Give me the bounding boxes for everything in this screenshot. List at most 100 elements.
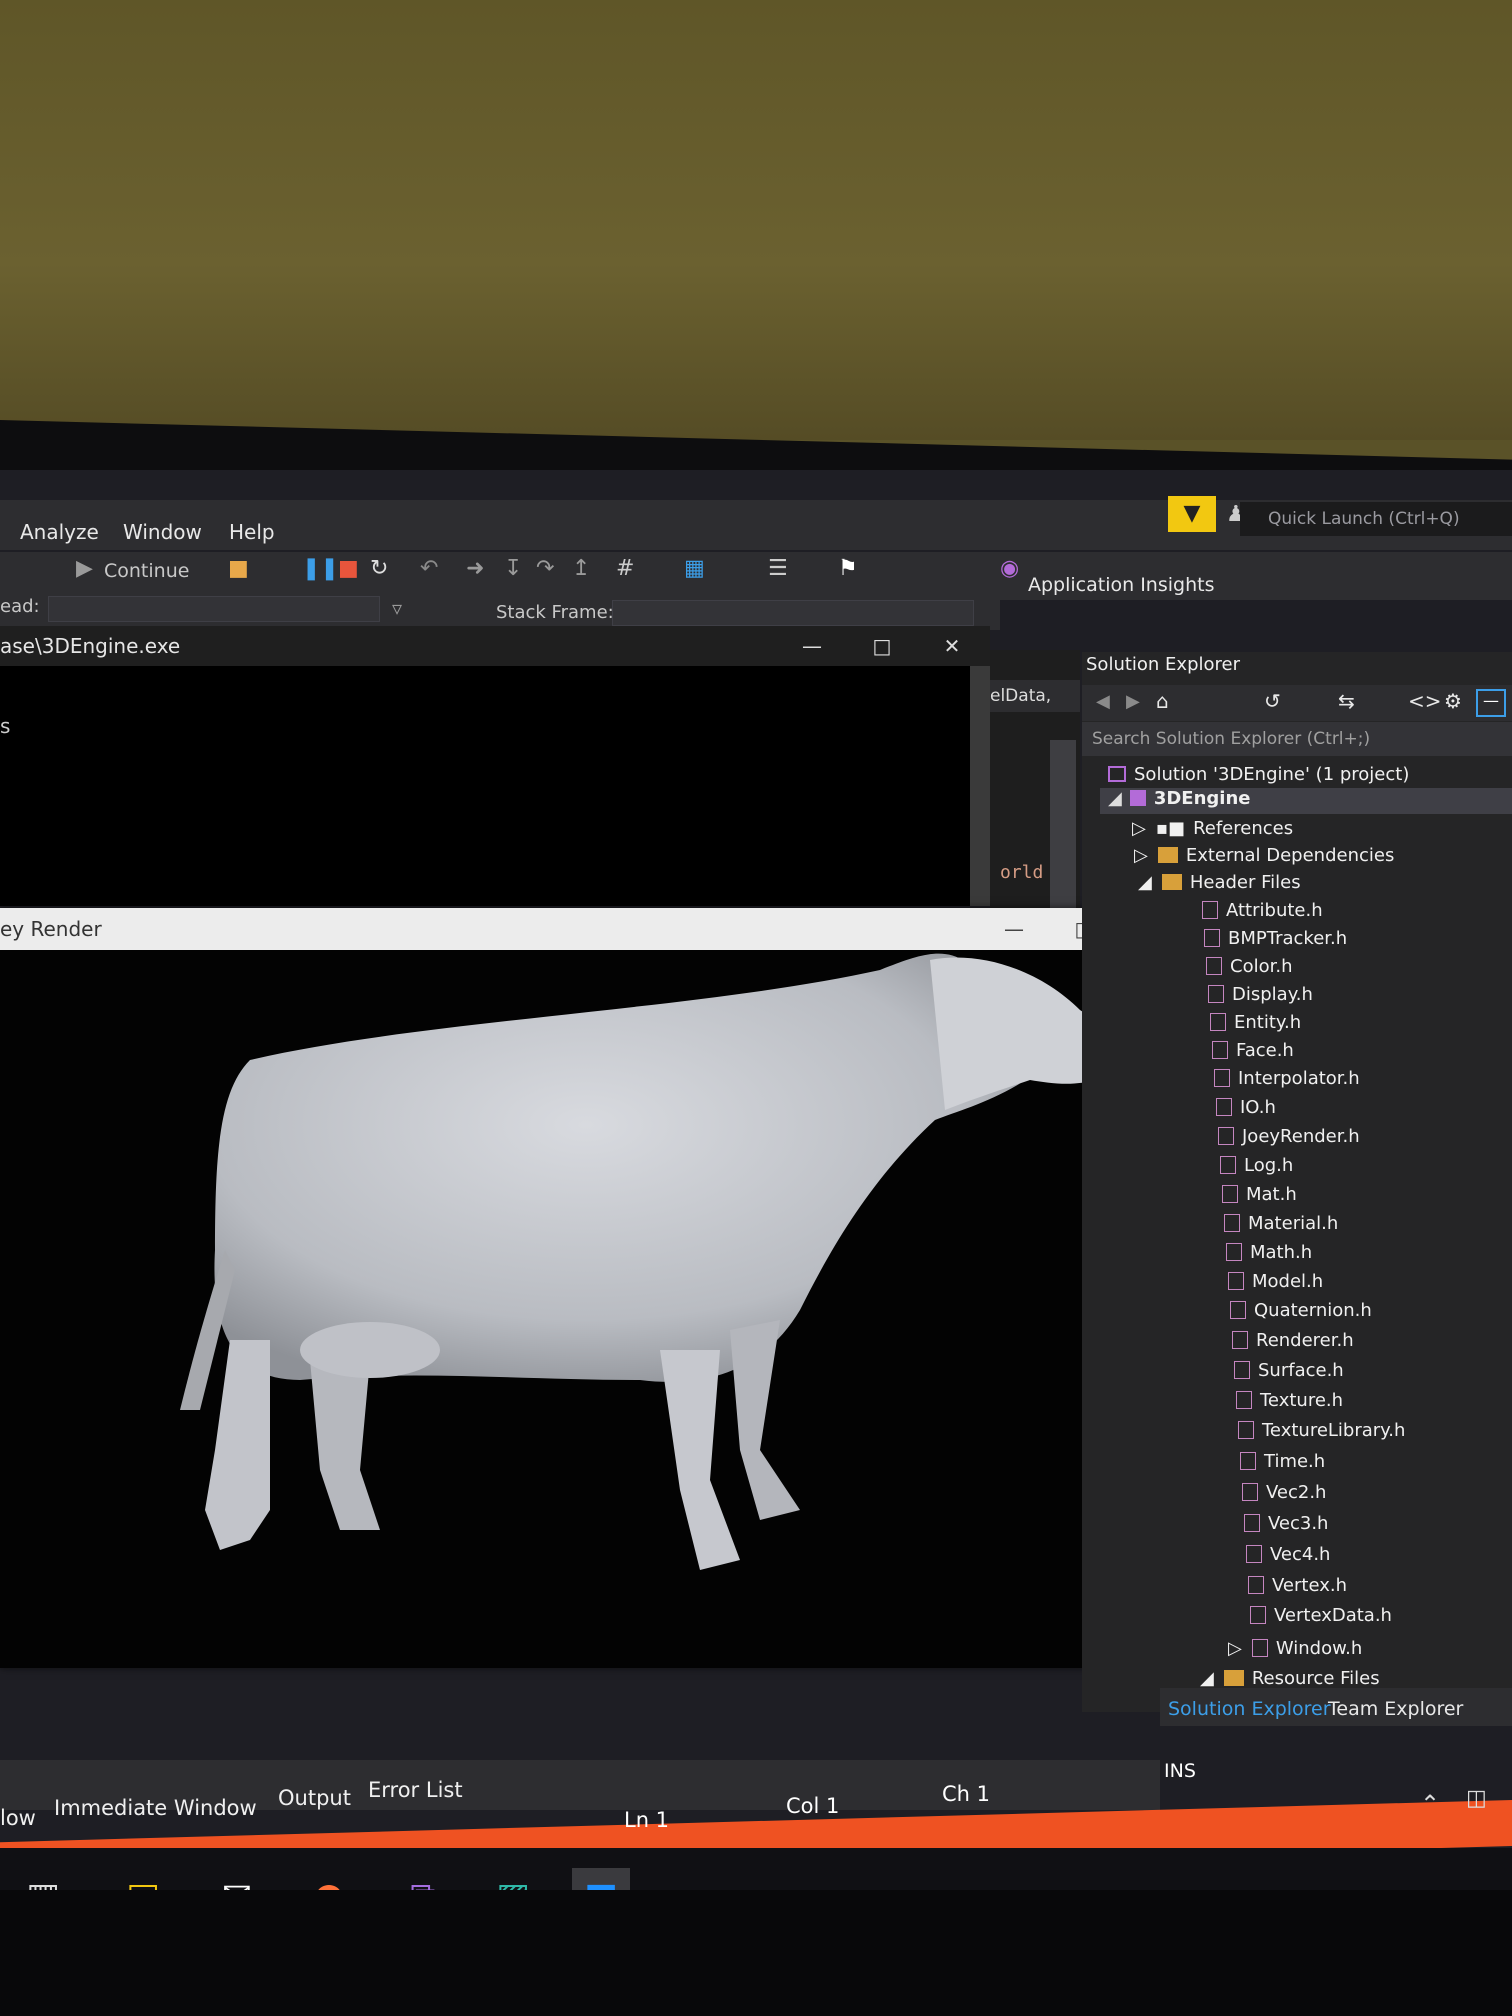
- code-view-icon[interactable]: <>: [1408, 689, 1442, 713]
- file-math[interactable]: Math.h: [1226, 1242, 1312, 1263]
- wall-background: [0, 0, 1512, 440]
- file-vec2[interactable]: Vec2.h: [1242, 1482, 1326, 1503]
- render-minimize-icon[interactable]: —: [984, 908, 1044, 950]
- thread-label: ead:: [0, 596, 40, 617]
- thread-combo[interactable]: [48, 596, 380, 622]
- file-display[interactable]: Display.h: [1208, 984, 1313, 1005]
- step-over-icon[interactable]: ↷: [536, 556, 554, 581]
- file-texture[interactable]: Texture.h: [1236, 1390, 1343, 1411]
- stop-icon[interactable]: ■: [338, 556, 359, 581]
- project-node[interactable]: ◢ 3DEngine: [1100, 788, 1512, 814]
- file-renderer[interactable]: Renderer.h: [1232, 1330, 1354, 1351]
- file-texturelibrary[interactable]: TextureLibrary.h: [1238, 1420, 1405, 1441]
- editor-member-dropdown[interactable]: elData,: [990, 680, 1080, 712]
- collapse-arrow-icon[interactable]: ▷: [1228, 1638, 1242, 1659]
- project-icon: [1129, 790, 1146, 806]
- network-icon[interactable]: ◫: [1466, 1786, 1487, 1811]
- file-quaternion[interactable]: Quaternion.h: [1230, 1300, 1372, 1321]
- expand-arrow-icon[interactable]: ◢: [1200, 1668, 1214, 1689]
- references-node[interactable]: ▷ ▪■ References: [1132, 818, 1293, 839]
- file-log[interactable]: Log.h: [1220, 1155, 1293, 1176]
- header-file-icon: [1204, 929, 1220, 947]
- restart-icon[interactable]: ↻: [370, 556, 388, 581]
- collapse-arrow-icon[interactable]: ▷: [1134, 845, 1148, 866]
- file-entity[interactable]: Entity.h: [1210, 1012, 1301, 1033]
- resource-files-node[interactable]: ◢ Resource Files: [1200, 1668, 1380, 1689]
- header-file-icon: [1234, 1361, 1250, 1379]
- file-interpolator[interactable]: Interpolator.h: [1214, 1068, 1360, 1089]
- solution-explorer-search[interactable]: Search Solution Explorer (Ctrl+;): [1082, 722, 1512, 756]
- file-attribute[interactable]: Attribute.h: [1202, 900, 1323, 921]
- header-file-icon: [1236, 1391, 1252, 1409]
- bookmark-icon[interactable]: ⚑: [838, 556, 858, 581]
- file-vec3[interactable]: Vec3.h: [1244, 1513, 1328, 1534]
- sync-icon[interactable]: ⇆: [1338, 689, 1355, 713]
- file-mat[interactable]: Mat.h: [1222, 1184, 1297, 1205]
- header-file-icon: [1206, 957, 1222, 975]
- properties-icon[interactable]: ⚙: [1444, 689, 1462, 713]
- file-bmptracker[interactable]: BMPTracker.h: [1204, 928, 1347, 949]
- header-file-icon: [1244, 1514, 1260, 1532]
- step-back-icon[interactable]: ↶: [420, 556, 438, 581]
- collapse-arrow-icon[interactable]: ▷: [1132, 818, 1146, 839]
- continue-play-icon[interactable]: ▶: [76, 556, 93, 581]
- header-file-icon: [1232, 1331, 1248, 1349]
- tab-error-list[interactable]: Error List: [368, 1778, 463, 1802]
- header-file-icon: [1228, 1272, 1244, 1290]
- show-next-statement-icon[interactable]: ➜: [466, 556, 484, 581]
- minimize-icon[interactable]: —: [782, 626, 842, 666]
- hex-display-icon[interactable]: #: [616, 556, 634, 581]
- file-face[interactable]: Face.h: [1212, 1040, 1294, 1061]
- threads-icon[interactable]: ▦: [684, 556, 705, 581]
- stack-frame-combo[interactable]: [612, 600, 974, 626]
- file-surface[interactable]: Surface.h: [1234, 1360, 1344, 1381]
- forward-icon[interactable]: ▶: [1126, 691, 1140, 712]
- external-dependencies-node[interactable]: ▷ External Dependencies: [1134, 845, 1394, 866]
- console-scrollbar[interactable]: [970, 666, 990, 906]
- menu-analyze[interactable]: Analyze: [20, 520, 99, 544]
- pause-icon[interactable]: ❚❚: [302, 556, 339, 581]
- quick-launch-input[interactable]: Quick Launch (Ctrl+Q): [1240, 502, 1512, 536]
- filter-threads-icon[interactable]: ▿: [392, 596, 402, 620]
- file-time[interactable]: Time.h: [1240, 1451, 1325, 1472]
- header-file-icon: [1212, 1041, 1228, 1059]
- tab-partial-window[interactable]: low: [0, 1806, 36, 1830]
- feedback-filter-icon[interactable]: ▼: [1168, 496, 1216, 532]
- tab-team-explorer[interactable]: Team Explorer: [1328, 1698, 1463, 1720]
- back-icon[interactable]: ◀: [1096, 691, 1110, 712]
- tab-solution-explorer[interactable]: Solution Explorer: [1168, 1698, 1331, 1720]
- file-vec4[interactable]: Vec4.h: [1246, 1544, 1330, 1565]
- file-vertexdata[interactable]: VertexData.h: [1250, 1605, 1392, 1626]
- header-file-icon: [1224, 1214, 1240, 1232]
- continue-button[interactable]: Continue: [104, 560, 189, 582]
- file-vertex[interactable]: Vertex.h: [1248, 1575, 1347, 1596]
- process-icon[interactable]: ■: [228, 556, 249, 581]
- maximize-icon[interactable]: □: [852, 626, 912, 666]
- header-files-node[interactable]: ◢ Header Files: [1138, 872, 1301, 893]
- file-window[interactable]: ▷ Window.h: [1228, 1638, 1362, 1659]
- file-material[interactable]: Material.h: [1224, 1213, 1338, 1234]
- home-icon[interactable]: ⌂: [1156, 689, 1169, 713]
- menu-window[interactable]: Window: [123, 520, 202, 544]
- solution-node[interactable]: Solution '3DEngine' (1 project): [1108, 764, 1409, 785]
- menu-help[interactable]: Help: [229, 520, 275, 544]
- close-icon[interactable]: ✕: [922, 626, 982, 666]
- history-icon[interactable]: ↺: [1264, 689, 1281, 713]
- status-char: Ch 1: [942, 1782, 991, 1806]
- application-insights-button[interactable]: Application Insights: [1028, 574, 1214, 596]
- step-into-icon[interactable]: ↧: [504, 556, 522, 581]
- header-file-icon: [1250, 1606, 1266, 1624]
- tab-output[interactable]: Output: [278, 1786, 351, 1810]
- tab-immediate-window[interactable]: Immediate Window: [54, 1796, 257, 1820]
- file-color[interactable]: Color.h: [1206, 956, 1292, 977]
- chevron-up-icon[interactable]: ⌃: [1420, 1790, 1440, 1818]
- step-out-icon[interactable]: ↥: [572, 556, 590, 581]
- lightbulb-icon[interactable]: ◉: [1000, 556, 1019, 581]
- outline-icon[interactable]: ☰: [768, 556, 788, 581]
- file-io[interactable]: IO.h: [1216, 1097, 1276, 1118]
- file-joeyrender[interactable]: JoeyRender.h: [1218, 1126, 1360, 1147]
- expand-arrow-icon[interactable]: ◢: [1138, 872, 1152, 893]
- expand-arrow-icon[interactable]: ◢: [1108, 788, 1122, 809]
- preview-icon[interactable]: —: [1476, 689, 1506, 717]
- file-model[interactable]: Model.h: [1228, 1271, 1323, 1292]
